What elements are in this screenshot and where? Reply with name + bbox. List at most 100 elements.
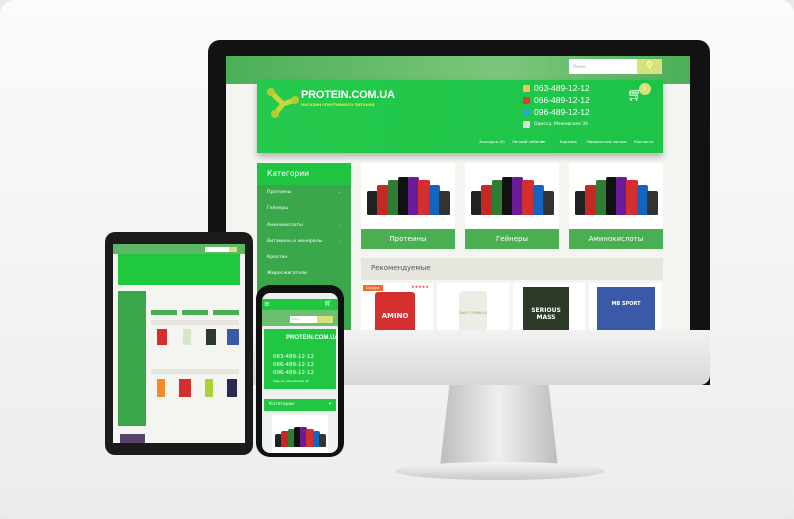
phone-screen: ≡ 🛒︎ Поиск PROTEIN.COM.UA 063-489-12-12 … — [262, 293, 338, 453]
search-input[interactable]: Поиск — [569, 59, 637, 74]
jar-shape — [418, 179, 430, 215]
kyivstar-icon — [523, 109, 530, 116]
nav-checkout[interactable]: Оформление заказа — [586, 139, 626, 144]
category-label: Гейнеры — [465, 229, 559, 249]
phone-2[interactable]: 066-489-12-12 — [273, 362, 314, 368]
product-card[interactable]: SERIOUS MASS — [513, 283, 585, 330]
product-card[interactable]: DAILY FORMULA — [437, 283, 509, 330]
product-card[interactable] — [179, 379, 191, 397]
site-header: PROTEIN.COM.UA 063-489-12-12 066-489-12-… — [264, 329, 338, 389]
jar-shape — [481, 184, 493, 215]
sidebar-title: Категории — [257, 163, 351, 185]
monitor-stand — [440, 385, 558, 467]
logo-icon — [267, 88, 299, 118]
product-card[interactable] — [183, 329, 191, 345]
address: Одесса, Межевская 30 — [534, 122, 588, 127]
phone-3[interactable]: 096-489-12-12 — [534, 107, 590, 117]
product-card[interactable] — [227, 379, 237, 397]
nav-contacts[interactable]: Контакты — [634, 139, 654, 144]
jar-shape — [377, 184, 389, 215]
address: Одесса, Межевская 30 — [273, 379, 309, 383]
sidebar-item-label: Жиросжигатели — [267, 271, 307, 277]
product-card[interactable] — [227, 329, 239, 345]
category-card[interactable] — [151, 310, 177, 315]
product-image — [367, 177, 450, 215]
phone-1[interactable]: 063-489-12-12 — [273, 354, 314, 360]
search-icon: ⚲ — [646, 61, 653, 71]
search-button[interactable] — [317, 316, 333, 323]
cart-count: 0 — [639, 83, 651, 95]
sidebar-item-vitamins[interactable]: Витамины и минералы ⌄ — [257, 234, 351, 250]
product-image — [275, 427, 326, 447]
sidebar-item-fatburners[interactable]: Жиросжигатели — [257, 266, 351, 282]
jar-shape — [318, 434, 326, 447]
logo-subtitle: МАГАЗИН СПОРТИВНОГО ПИТАНИЯ — [301, 103, 375, 107]
map-pin-icon — [523, 121, 530, 128]
product-name: AMINO — [375, 292, 415, 330]
product-name: SERIOUS MASS — [523, 287, 569, 330]
logo-title[interactable]: PROTEIN.COM.UA — [286, 335, 338, 341]
category-card-proteins[interactable]: Протеины — [361, 163, 455, 249]
monitor-base — [395, 462, 605, 480]
nav-bookmarks[interactable]: Закладки (0) — [479, 139, 505, 144]
chevron-down-icon: ▾ — [328, 402, 331, 407]
sidebar-title: Категории — [269, 402, 295, 407]
product-card[interactable] — [205, 379, 213, 397]
sidebar-item-label: Креатин — [267, 255, 288, 261]
product-card[interactable] — [206, 329, 216, 345]
phone-1[interactable]: 063-489-12-12 — [534, 83, 590, 93]
category-card[interactable] — [272, 415, 328, 453]
nav-cart[interactable]: Корзина — [560, 139, 577, 144]
product-image — [471, 177, 554, 215]
sidebar-item-creatine[interactable]: Креатин — [257, 250, 351, 266]
chevron-down-icon[interactable]: ⌄ — [338, 189, 341, 194]
chevron-down-icon[interactable]: ⌄ — [338, 238, 341, 243]
sidebar-item-label: Витамины и минералы — [267, 238, 323, 244]
product-card[interactable] — [157, 379, 165, 397]
site-header — [118, 254, 240, 285]
jar-shape — [542, 190, 554, 215]
phone-2[interactable]: 066-489-12-12 — [534, 95, 590, 105]
phone-3[interactable]: 096-489-12-12 — [273, 370, 314, 376]
category-card[interactable] — [213, 310, 239, 315]
jar-shape — [626, 179, 638, 215]
jar-shape — [522, 179, 534, 215]
sidebar-item-label: Аминокислоты — [267, 222, 303, 228]
search-button[interactable]: ⚲ — [637, 59, 662, 74]
search-button[interactable] — [229, 247, 237, 252]
sidebar-item-amino[interactable]: Аминокислоты ⌄ — [257, 218, 351, 234]
product-name: DAILY FORMULA — [459, 291, 487, 330]
product-card[interactable]: Скидка ★★★★★ AMINO — [361, 283, 433, 330]
chevron-down-icon: ▾ — [542, 139, 544, 144]
nav-account[interactable]: Личный кабинет — [512, 139, 545, 144]
recommended-bar — [151, 320, 239, 325]
site-header: PROTEIN.COM.UA МАГАЗИН СПОРТИВНОГО ПИТАН… — [257, 80, 663, 153]
categories-toggle[interactable]: Категории ▾ — [264, 399, 336, 411]
cart-icon[interactable]: 🛒︎ — [324, 300, 332, 307]
category-label: Протеины — [361, 229, 455, 249]
search-input[interactable]: Поиск — [290, 316, 317, 323]
recommended-title: Рекомендуемые — [361, 258, 663, 280]
jar-shape — [646, 190, 658, 215]
product-image — [575, 177, 658, 215]
life-icon — [523, 85, 530, 92]
rating-stars: ★★★★★ — [411, 284, 429, 289]
jar-shape — [438, 190, 450, 215]
sidebar-item-proteins[interactable]: Протеины ⌄ — [257, 185, 351, 201]
sidebar-item-gainers[interactable]: Гейнеры — [257, 201, 351, 217]
sidebar-item-label: Гейнеры — [267, 206, 288, 212]
category-card[interactable] — [182, 310, 208, 315]
product-card[interactable]: MB SPORT — [589, 283, 661, 330]
category-card-amino[interactable]: Аминокислоты — [569, 163, 663, 249]
sidebar-item-label: Протеины — [267, 190, 292, 195]
logo-title[interactable]: PROTEIN.COM.UA — [301, 89, 395, 101]
menu-icon[interactable]: ≡ — [264, 300, 270, 308]
category-card-gainers[interactable]: Гейнеры — [465, 163, 559, 249]
chevron-down-icon[interactable]: ⌄ — [338, 222, 341, 227]
category-label: Аминокислоты — [569, 229, 663, 249]
product-card[interactable] — [157, 329, 167, 345]
search-input[interactable] — [205, 247, 229, 252]
category-sidebar — [118, 291, 146, 426]
jar-shape — [585, 184, 597, 215]
tablet-screen — [113, 244, 245, 443]
